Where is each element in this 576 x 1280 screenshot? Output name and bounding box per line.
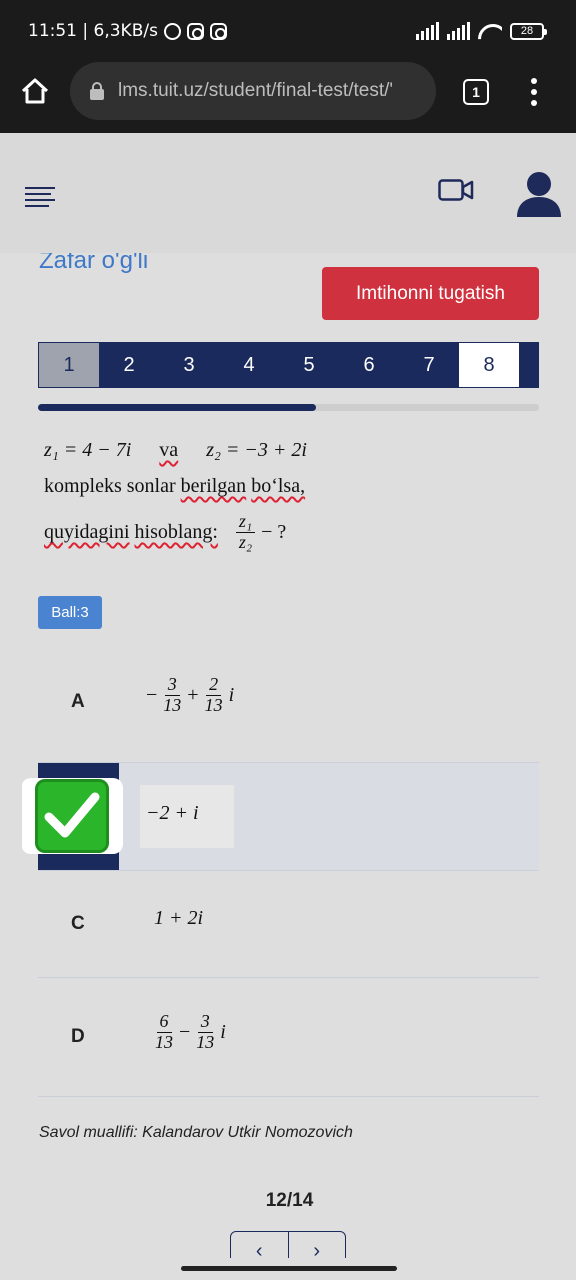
alarm-icon — [163, 22, 181, 40]
q-text-b: berilgan — [180, 475, 247, 497]
battery-level: 28 — [520, 25, 534, 37]
address-bar[interactable]: lms.tuit.uz/student/final-test/test/' — [70, 62, 436, 120]
option-c[interactable]: C 1 + 2i — [38, 871, 539, 978]
option-letter-a: A — [71, 691, 85, 712]
student-name: Zafar o'g'li — [39, 253, 149, 274]
question-counter: 12/14 — [265, 1190, 314, 1211]
question-nav-8[interactable]: 8 — [459, 343, 519, 387]
tab-switcher-button[interactable]: 1 — [463, 79, 489, 105]
browser-toolbar: lms.tuit.uz/student/final-test/test/' 1 — [0, 50, 576, 133]
user-avatar-icon[interactable] — [517, 171, 561, 217]
tab-count: 1 — [472, 84, 480, 100]
question-nav-5[interactable]: 5 — [279, 343, 339, 387]
option-d-expression: 6 13 − 3 13 i — [155, 1011, 226, 1052]
score-badge: Ball:3 — [38, 596, 102, 629]
next-page-button[interactable]: › — [289, 1232, 346, 1259]
q-text-a: kompleks sonlar — [44, 475, 176, 497]
question-nav-6[interactable]: 6 — [339, 343, 399, 387]
status-time: 11:51 | 6,3KB/s — [28, 21, 158, 41]
option-letter-c: C — [71, 913, 85, 934]
question-line-3: quyidagini hisoblang: z₁ z₂ − ? — [44, 511, 474, 553]
finish-exam-button[interactable]: Imtihonni tugatish — [322, 267, 539, 320]
video-camera-icon[interactable] — [438, 179, 474, 201]
check-mark-icon — [22, 778, 123, 854]
status-bar: 11:51 | 6,3KB/s 28 — [0, 0, 576, 50]
q-text-d: quyidagini — [44, 520, 130, 543]
question-fraction: z₁ z₂ — [235, 511, 256, 553]
wifi-icon — [478, 22, 502, 40]
app-header — [0, 133, 576, 253]
question-nav-7[interactable]: 7 — [399, 343, 459, 387]
battery-icon: 28 — [510, 22, 547, 40]
fraction-suffix: − ? — [261, 520, 287, 543]
option-a-expression: − 3 13 + 2 13 i — [146, 674, 235, 715]
question-navigator: 1 2 3 4 5 6 7 8 — [38, 342, 539, 388]
url-text: lms.tuit.uz/student/final-test/test/' — [118, 80, 394, 101]
question-line-1: z₁ = 4 − 7i va z₂ = −3 + 2i — [44, 439, 474, 469]
z2-expression: z₂ = −3 + 2i — [206, 439, 307, 461]
home-indicator[interactable] — [181, 1266, 397, 1271]
option-letter-d: D — [71, 1026, 85, 1047]
status-right: 28 — [416, 22, 547, 40]
test-card: Zafar o'g'li Imtihonni tugatish 1 2 3 4 … — [22, 253, 557, 1258]
option-b-selected[interactable]: −2 + i — [22, 763, 539, 871]
hamburger-menu-icon[interactable] — [25, 187, 55, 207]
q-text-c: bo‘lsa, — [251, 475, 306, 497]
question-nav-2[interactable]: 2 — [99, 343, 159, 387]
progress-bar — [38, 404, 539, 411]
fraction-denominator: z₂ — [238, 531, 253, 552]
more-options-icon[interactable] — [530, 78, 538, 106]
question-nav-1[interactable]: 1 — [39, 343, 99, 387]
progress-fill — [38, 404, 317, 411]
instagram-icon-2 — [209, 22, 227, 40]
status-left: 11:51 | 6,3KB/s — [28, 21, 227, 41]
question-nav-3[interactable]: 3 — [159, 343, 219, 387]
fraction-numerator: z₁ — [235, 511, 256, 533]
instagram-icon — [186, 22, 204, 40]
option-d[interactable]: D 6 13 − 3 13 i — [38, 978, 539, 1097]
q-text-e: hisoblang: — [134, 520, 218, 543]
home-icon[interactable] — [20, 76, 50, 106]
question-body: z₁ = 4 − 7i va z₂ = −3 + 2i kompleks son… — [44, 439, 474, 553]
question-author: Savol muallifi: Kalandarov Utkir Nomozov… — [39, 1124, 353, 1141]
va-word: va — [159, 439, 179, 461]
question-nav-4[interactable]: 4 — [219, 343, 279, 387]
z1-expression: z₁ = 4 − 7i — [44, 439, 132, 461]
signal-icon-2 — [447, 22, 470, 40]
option-c-expression: 1 + 2i — [154, 907, 204, 929]
prev-page-button[interactable]: ‹ — [231, 1232, 289, 1258]
lock-icon — [90, 82, 104, 100]
question-line-2: kompleks sonlar berilgan bo‘lsa, — [44, 475, 474, 498]
signal-icon — [416, 22, 439, 40]
pagination: ‹ › — [230, 1231, 346, 1258]
option-b-expression: −2 + i — [146, 802, 199, 824]
option-a[interactable]: A − 3 13 + 2 13 i — [38, 653, 539, 763]
